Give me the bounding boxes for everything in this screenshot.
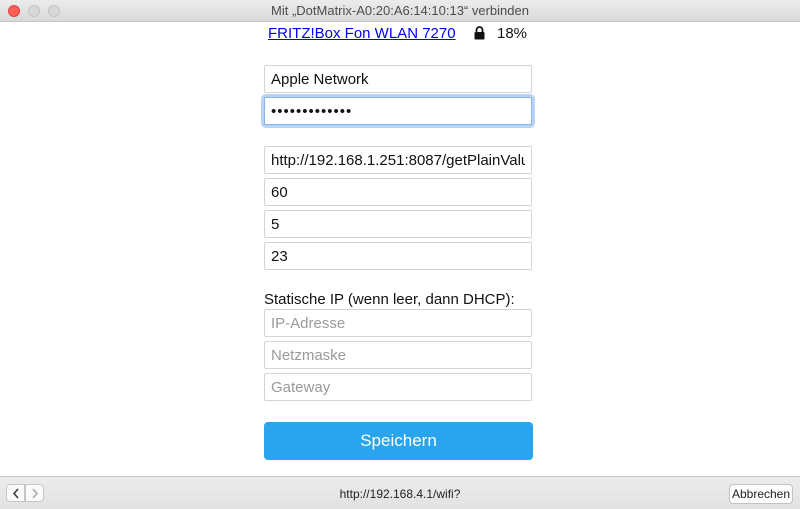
value-23-field[interactable]: [264, 242, 532, 270]
gateway-field[interactable]: [264, 373, 532, 401]
netmask-field[interactable]: [264, 341, 532, 369]
interval-field[interactable]: [264, 178, 532, 206]
save-button[interactable]: Speichern: [264, 422, 533, 460]
title-bar: Mit „DotMatrix-A0:20:A6:14:10:13“ verbin…: [0, 0, 800, 22]
window-title: Mit „DotMatrix-A0:20:A6:14:10:13“ verbin…: [271, 3, 529, 18]
ip-address-field[interactable]: [264, 309, 532, 337]
value-5-field[interactable]: [264, 210, 532, 238]
signal-strength: 18%: [497, 25, 528, 42]
lock-icon: [474, 26, 485, 40]
current-url: http://192.168.4.1/wifi?: [339, 487, 461, 501]
network-row: FRITZ!Box Fon WLAN 7270 18%: [264, 25, 534, 45]
captive-portal-window: Mit „DotMatrix-A0:20:A6:14:10:13“ verbin…: [0, 0, 800, 509]
wifi-config-page: FRITZ!Box Fon WLAN 7270 18% Statische IP…: [0, 23, 800, 476]
password-field[interactable]: [264, 97, 532, 125]
cancel-button[interactable]: Abbrechen: [729, 484, 793, 504]
bottom-bar: http://192.168.4.1/wifi? Abbrechen: [0, 476, 800, 509]
url-field[interactable]: [264, 146, 532, 174]
network-ssid-link[interactable]: FRITZ!Box Fon WLAN 7270: [268, 25, 456, 42]
static-ip-label: Statische IP (wenn leer, dann DHCP):: [264, 291, 515, 308]
ssid-field[interactable]: [264, 65, 532, 93]
